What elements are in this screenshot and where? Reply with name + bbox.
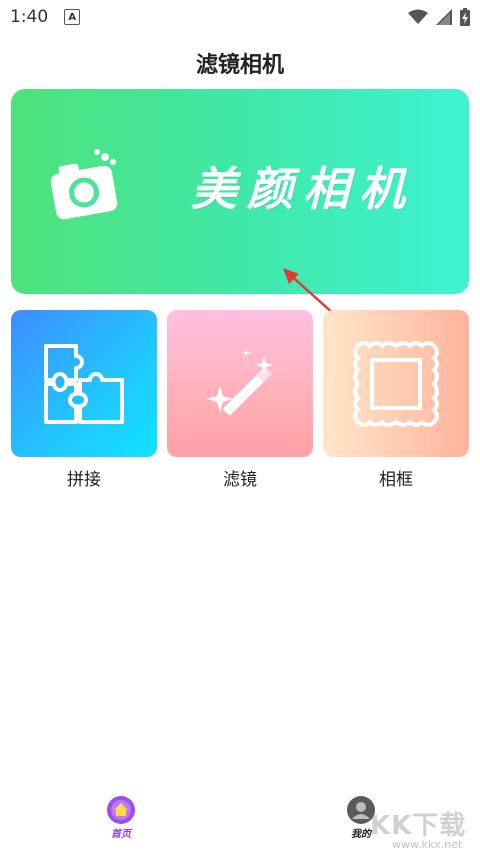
beauty-camera-banner[interactable]: 美颜相机 (11, 89, 469, 294)
feature-filter-label: 滤镜 (223, 470, 257, 490)
feature-puzzle-label: 拼接 (67, 470, 101, 490)
status-bar: 1:40 A (0, 0, 480, 34)
feature-frame-label: 相框 (379, 470, 413, 490)
tab-home[interactable]: 首页 (86, 795, 156, 840)
feature-frame-button[interactable] (323, 310, 469, 457)
magic-wand-icon (207, 347, 273, 415)
feature-puzzle-button[interactable] (11, 310, 157, 457)
puzzle-icon (44, 343, 124, 424)
camera-icon (50, 149, 118, 220)
watermark-url: www.kkx.net (392, 838, 463, 851)
notification-a-icon: A (64, 9, 81, 25)
status-time: 1:40 (10, 7, 49, 27)
banner-title: 美颜相机 (191, 162, 415, 216)
frame-icon (353, 340, 439, 427)
home-icon (107, 796, 135, 824)
wifi-icon (408, 9, 428, 24)
feature-filter-button[interactable] (167, 310, 313, 457)
tab-me-label: 我的 (351, 829, 371, 840)
tab-home-label: 首页 (111, 829, 131, 840)
signal-icon (436, 9, 452, 25)
battery-icon (460, 8, 470, 26)
page-title: 滤镜相机 (195, 53, 284, 78)
watermark-logo: KK下载 (370, 811, 467, 841)
